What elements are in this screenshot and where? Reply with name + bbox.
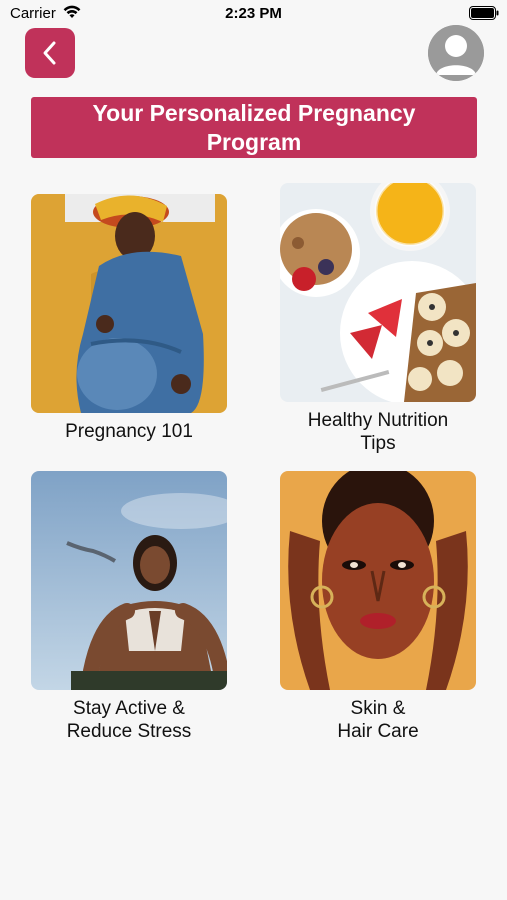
skincare-photo xyxy=(280,471,476,690)
back-button[interactable] xyxy=(25,28,75,78)
card-stay-active[interactable]: Stay Active & Reduce Stress xyxy=(31,471,227,743)
chevron-left-icon xyxy=(43,41,56,65)
card-caption: Skin & Hair Care xyxy=(337,698,419,742)
user-avatar-icon xyxy=(428,25,484,81)
card-pregnancy-101[interactable]: Pregnancy 101 xyxy=(31,194,227,443)
program-banner: Your Personalized Pregnancy Program xyxy=(31,97,477,158)
card-caption: Stay Active & Reduce Stress xyxy=(66,698,192,742)
profile-avatar-button[interactable] xyxy=(428,25,484,81)
meditation-photo xyxy=(31,471,227,690)
card-caption: Pregnancy 101 xyxy=(65,421,193,442)
card-caption: Healthy Nutrition Tips xyxy=(307,410,449,454)
nutrition-photo xyxy=(280,183,476,402)
status-bar: Carrier 2:23 PM xyxy=(0,0,507,28)
clock: 2:23 PM xyxy=(225,5,282,22)
pregnancy-photo xyxy=(31,194,227,413)
program-title: Your Personalized Pregnancy Program xyxy=(92,99,416,155)
battery-icon xyxy=(469,6,499,20)
card-skin-hair[interactable]: Skin & Hair Care xyxy=(280,471,476,743)
card-healthy-nutrition[interactable]: Healthy Nutrition Tips xyxy=(280,183,476,455)
